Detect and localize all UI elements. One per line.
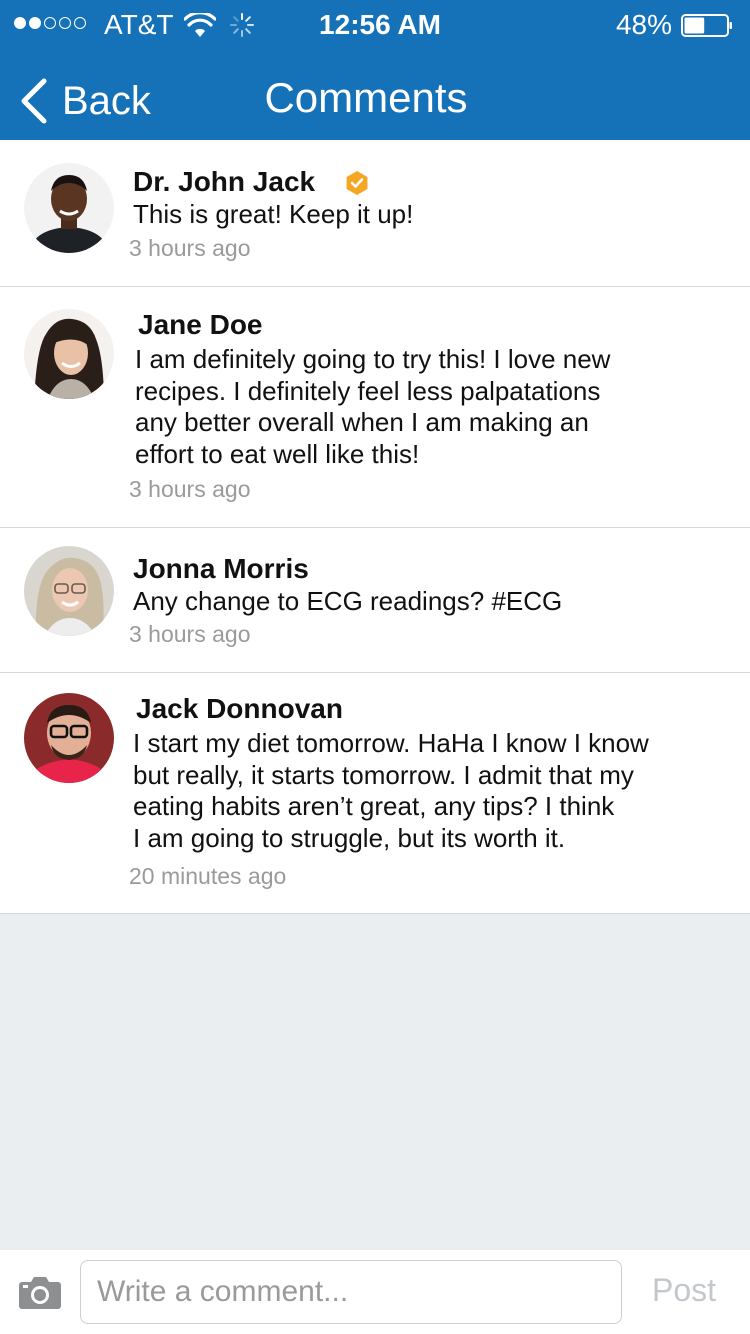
comment-author-name[interactable]: Jane Doe	[138, 309, 263, 341]
comment-text-line: but really, it starts tomorrow. I admit …	[133, 759, 634, 790]
comment-text-line: I am going to struggle, but its worth it…	[133, 822, 566, 853]
status-bar: AT&T 12:56 AM 48%	[0, 0, 750, 50]
comment-item: Jonna Morris Any change to ECG readings?…	[0, 528, 750, 673]
app-header: AT&T 12:56 AM 48% Back Comments	[0, 0, 750, 140]
post-button[interactable]: Post	[652, 1272, 716, 1309]
avatar[interactable]	[24, 693, 114, 783]
navigation-bar: Back Comments	[0, 50, 750, 140]
comment-composer: Post	[0, 1250, 750, 1334]
comment-text: Any change to ECG readings? #ECG	[133, 586, 562, 618]
battery-percent: 48%	[615, 9, 672, 40]
comment-input[interactable]	[80, 1260, 622, 1324]
comment-text: I am definitely going to try this! I lov…	[135, 344, 610, 470]
comment-text-line: effort to eat well like this!	[135, 438, 420, 469]
comment-text-line: I am definitely going to try this! I lov…	[135, 344, 611, 374]
comment-text-line: This is great! Keep it up!	[133, 199, 414, 229]
avatar[interactable]	[24, 309, 114, 399]
avatar[interactable]	[24, 163, 114, 253]
battery-icon	[681, 14, 732, 37]
comment-text-line: Any change to ECG readings? #ECG	[133, 586, 563, 616]
comment-item: Jane Doe I am definitely going to try th…	[0, 287, 750, 528]
comment-timestamp: 3 hours ago	[129, 235, 251, 261]
comment-timestamp: 3 hours ago	[129, 621, 251, 647]
comment-author-name[interactable]: Dr. John Jack	[133, 166, 315, 198]
comment-author-name[interactable]: Jonna Morris	[133, 553, 309, 585]
comment-text-line: any better overall when I am making an	[135, 407, 589, 437]
comment-text-line: recipes. I definitely feel less palpatat…	[135, 375, 601, 406]
comment-text-line: I start my diet tomorrow. HaHa I know I …	[133, 728, 649, 758]
comment-timestamp: 3 hours ago	[129, 476, 251, 502]
page-title: Comments	[264, 74, 468, 121]
comment-item: Jack Donnovan I start my diet tomorrow. …	[0, 673, 750, 914]
comment-text-line: eating habits aren’t great, any tips? I …	[133, 791, 615, 821]
comment-text: This is great! Keep it up!	[133, 199, 413, 231]
comment-list: Dr. John Jack This is great! Keep it up!…	[0, 140, 750, 914]
camera-icon[interactable]	[18, 1274, 62, 1310]
comment-text: I start my diet tomorrow. HaHa I know I …	[133, 728, 649, 854]
verified-badge-icon	[346, 171, 368, 195]
comment-author-name[interactable]: Jack Donnovan	[136, 693, 343, 725]
comment-item: Dr. John Jack This is great! Keep it up!…	[0, 140, 750, 287]
avatar[interactable]	[24, 546, 114, 636]
comment-timestamp: 20 minutes ago	[129, 863, 287, 889]
